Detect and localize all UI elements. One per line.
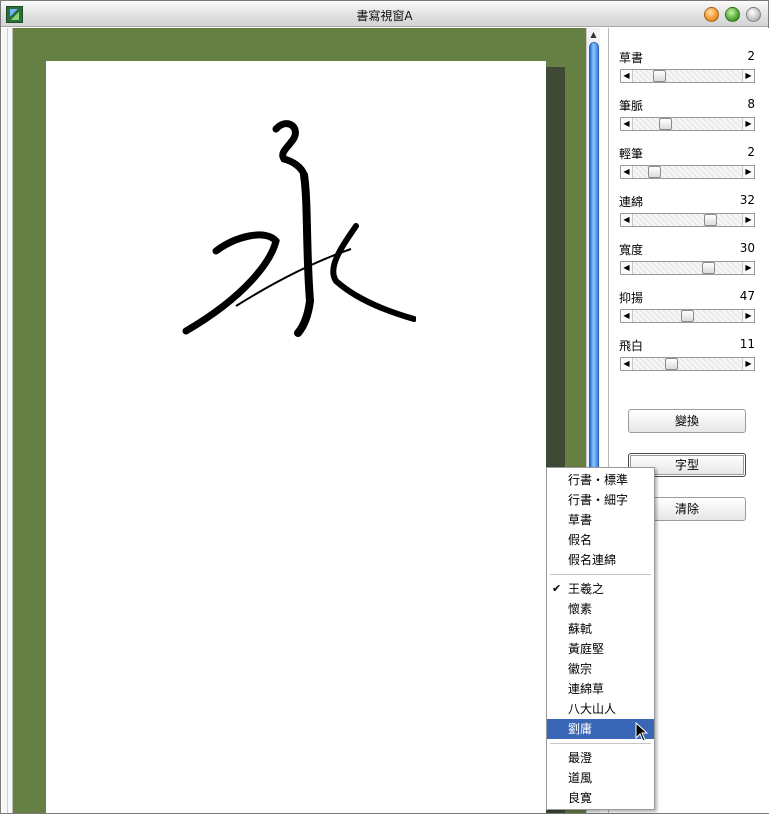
slider-track[interactable] (634, 214, 741, 226)
param-label: 寬度 (619, 243, 644, 257)
param-label: 筆脈 (619, 99, 644, 113)
checkmark-icon: ✔ (552, 582, 562, 595)
writing-paper[interactable] (46, 61, 546, 813)
left-splitter[interactable] (2, 28, 13, 813)
slider-light-brush[interactable]: ◀ ▶ (620, 165, 755, 179)
slider-left-arrow-icon[interactable]: ◀ (621, 166, 633, 178)
menu-item[interactable]: 假名連綿 (547, 550, 654, 570)
slider-right-arrow-icon[interactable]: ▶ (742, 118, 754, 130)
param-label: 抑揚 (619, 291, 644, 305)
slider-track[interactable] (634, 118, 741, 130)
menu-item-checked[interactable]: ✔ 王羲之 (547, 579, 654, 599)
menu-item-label: 王羲之 (568, 582, 605, 596)
menu-item[interactable]: 假名 (547, 530, 654, 550)
slider-continuity[interactable]: ◀ ▶ (620, 213, 755, 227)
slider-thumb[interactable] (659, 118, 672, 130)
menu-item[interactable]: 蘇軾 (547, 619, 654, 639)
param-label: 輕筆 (619, 147, 644, 161)
param-value: 32 (739, 193, 755, 207)
menu-item[interactable]: 懷素 (547, 599, 654, 619)
slider-left-arrow-icon[interactable]: ◀ (621, 262, 633, 274)
slider-modulation[interactable]: ◀ ▶ (620, 309, 755, 323)
slider-right-arrow-icon[interactable]: ▶ (742, 358, 754, 370)
slider-thumb[interactable] (648, 166, 661, 178)
slider-flying-white[interactable]: ◀ ▶ (620, 357, 755, 371)
slider-left-arrow-icon[interactable]: ◀ (621, 310, 633, 322)
slider-pulse[interactable]: ◀ ▶ (620, 117, 755, 131)
slider-right-arrow-icon[interactable]: ▶ (742, 214, 754, 226)
slider-left-arrow-icon[interactable]: ◀ (621, 70, 633, 82)
close-button[interactable] (746, 7, 761, 22)
slider-thumb[interactable] (665, 358, 678, 370)
mouse-pointer-icon (635, 722, 649, 742)
param-value: 2 (747, 49, 755, 63)
title-bar[interactable]: 書寫視窗A (1, 1, 768, 27)
menu-item[interactable]: 行書・標準 (547, 470, 654, 490)
menu-separator (550, 743, 651, 744)
menu-item[interactable]: 連綿草 (547, 679, 654, 699)
zoom-button[interactable] (725, 7, 740, 22)
menu-item[interactable]: 行書・細字 (547, 490, 654, 510)
slider-right-arrow-icon[interactable]: ▶ (742, 262, 754, 274)
minimize-button[interactable] (704, 7, 719, 22)
window-title: 書寫視窗A (356, 9, 413, 23)
menu-separator (550, 574, 651, 575)
menu-item[interactable]: 良寛 (547, 788, 654, 808)
menu-item[interactable]: 草書 (547, 510, 654, 530)
scrollbar-thumb[interactable] (589, 42, 599, 492)
slider-left-arrow-icon[interactable]: ◀ (621, 118, 633, 130)
menu-item[interactable]: 黃庭堅 (547, 639, 654, 659)
slider-track[interactable] (634, 262, 741, 274)
slider-thumb[interactable] (704, 214, 717, 226)
slider-track[interactable] (634, 70, 741, 82)
slider-cursive[interactable]: ◀ ▶ (620, 69, 755, 83)
param-value: 2 (747, 145, 755, 159)
param-value: 30 (739, 241, 755, 255)
menu-item[interactable]: 最澄 (547, 748, 654, 768)
param-value: 11 (739, 337, 755, 351)
font-style-menu: 行書・標準 行書・細字 草書 假名 假名連綿 ✔ 王羲之 懷素 蘇軾 黃庭堅 徽… (546, 467, 655, 810)
param-value: 8 (747, 97, 755, 111)
canvas-area[interactable] (13, 28, 586, 813)
calligraphy-glyph (182, 120, 416, 337)
slider-thumb[interactable] (681, 310, 694, 322)
slider-width[interactable]: ◀ ▶ (620, 261, 755, 275)
menu-item[interactable]: 徽宗 (547, 659, 654, 679)
slider-right-arrow-icon[interactable]: ▶ (742, 310, 754, 322)
param-label: 飛白 (619, 339, 644, 353)
convert-button[interactable]: 變換 (628, 409, 746, 433)
param-label: 草書 (619, 51, 644, 65)
param-label: 連綿 (619, 195, 644, 209)
slider-track[interactable] (634, 358, 741, 370)
slider-left-arrow-icon[interactable]: ◀ (621, 214, 633, 226)
slider-thumb[interactable] (653, 70, 666, 82)
param-value: 47 (739, 289, 755, 303)
menu-item[interactable]: 道風 (547, 768, 654, 788)
slider-thumb[interactable] (702, 262, 715, 274)
slider-left-arrow-icon[interactable]: ◀ (621, 358, 633, 370)
menu-item[interactable]: 八大山人 (547, 699, 654, 719)
slider-right-arrow-icon[interactable]: ▶ (742, 70, 754, 82)
slider-right-arrow-icon[interactable]: ▶ (742, 166, 754, 178)
scroll-up-arrow-icon[interactable]: ▲ (587, 28, 600, 42)
app-window: 書寫視窗A ▲ 草書 2 ◀ ▶ 筆脈 8 ◀ ▶ 輕筆 2 ◀ ▶ 連綿 32… (0, 0, 769, 814)
